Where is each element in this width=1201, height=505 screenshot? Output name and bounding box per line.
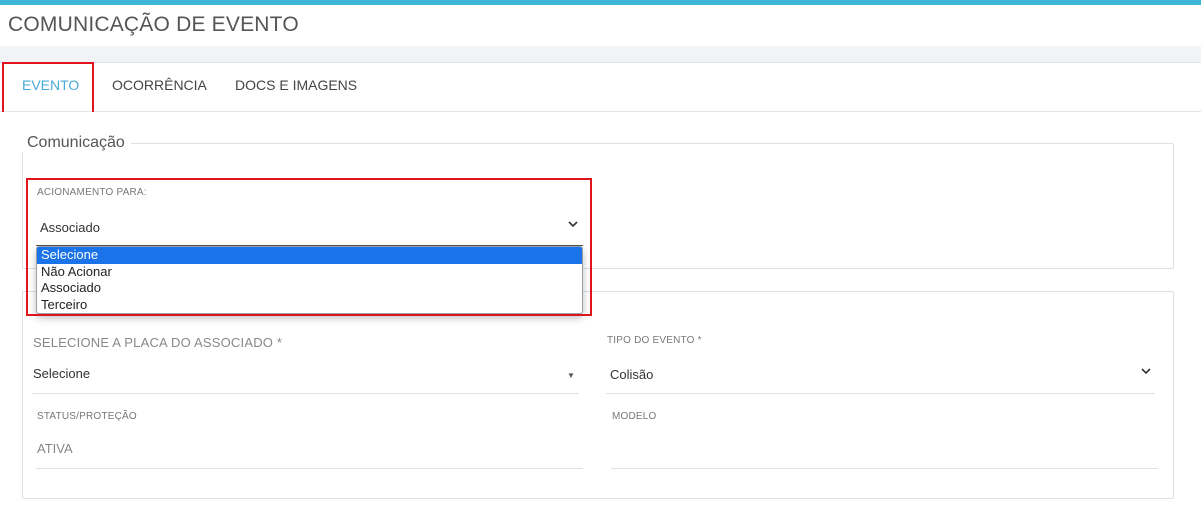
page-title: COMUNICAÇÃO DE EVENTO bbox=[8, 13, 299, 36]
option-associado[interactable]: Associado bbox=[37, 280, 582, 297]
tipo-evento-select[interactable]: Colisão bbox=[606, 355, 1155, 393]
placa-select[interactable]: Selecione ▼ bbox=[32, 355, 579, 393]
chevron-down-icon bbox=[1141, 368, 1151, 375]
option-selecione[interactable]: Selecione bbox=[37, 247, 582, 264]
status-value: ATIVA bbox=[37, 441, 73, 456]
acionamento-options-list: Selecione Não Acionar Associado Terceiro bbox=[36, 246, 583, 314]
page-header: COMUNICAÇÃO DE EVENTO bbox=[0, 5, 1201, 47]
status-underline bbox=[36, 468, 583, 469]
comunicacao-legend: Comunicação bbox=[21, 134, 131, 152]
option-terceiro[interactable]: Terceiro bbox=[37, 297, 582, 314]
placa-value: Selecione bbox=[33, 366, 91, 381]
acionamento-label: ACIONAMENTO PARA: bbox=[37, 187, 147, 198]
tipo-evento-label: TIPO DO EVENTO * bbox=[607, 335, 702, 346]
tipo-evento-underline bbox=[606, 393, 1155, 394]
tipo-evento-value: Colisão bbox=[610, 367, 654, 382]
placa-underline bbox=[32, 393, 579, 394]
header-band bbox=[0, 46, 1201, 63]
acionamento-select[interactable]: Associado bbox=[36, 205, 583, 245]
caret-down-icon: ▼ bbox=[567, 371, 575, 380]
option-nao-acionar[interactable]: Não Acionar bbox=[37, 264, 582, 281]
tab-ocorrencia[interactable]: OCORRÊNCIA bbox=[112, 63, 207, 111]
status-label: STATUS/PROTEÇÃO bbox=[37, 411, 137, 422]
modelo-label: MODELO bbox=[612, 411, 657, 422]
chevron-down-icon bbox=[568, 221, 578, 228]
tab-bar: EVENTO OCORRÊNCIA DOCS E IMAGENS bbox=[0, 63, 1201, 112]
modelo-underline bbox=[611, 468, 1158, 469]
tab-docs-e-imagens[interactable]: DOCS E IMAGENS bbox=[235, 63, 357, 111]
placa-label: SELECIONE A PLACA DO ASSOCIADO * bbox=[33, 335, 283, 350]
tab-evento[interactable]: EVENTO bbox=[22, 63, 79, 111]
acionamento-value: Associado bbox=[40, 220, 100, 235]
